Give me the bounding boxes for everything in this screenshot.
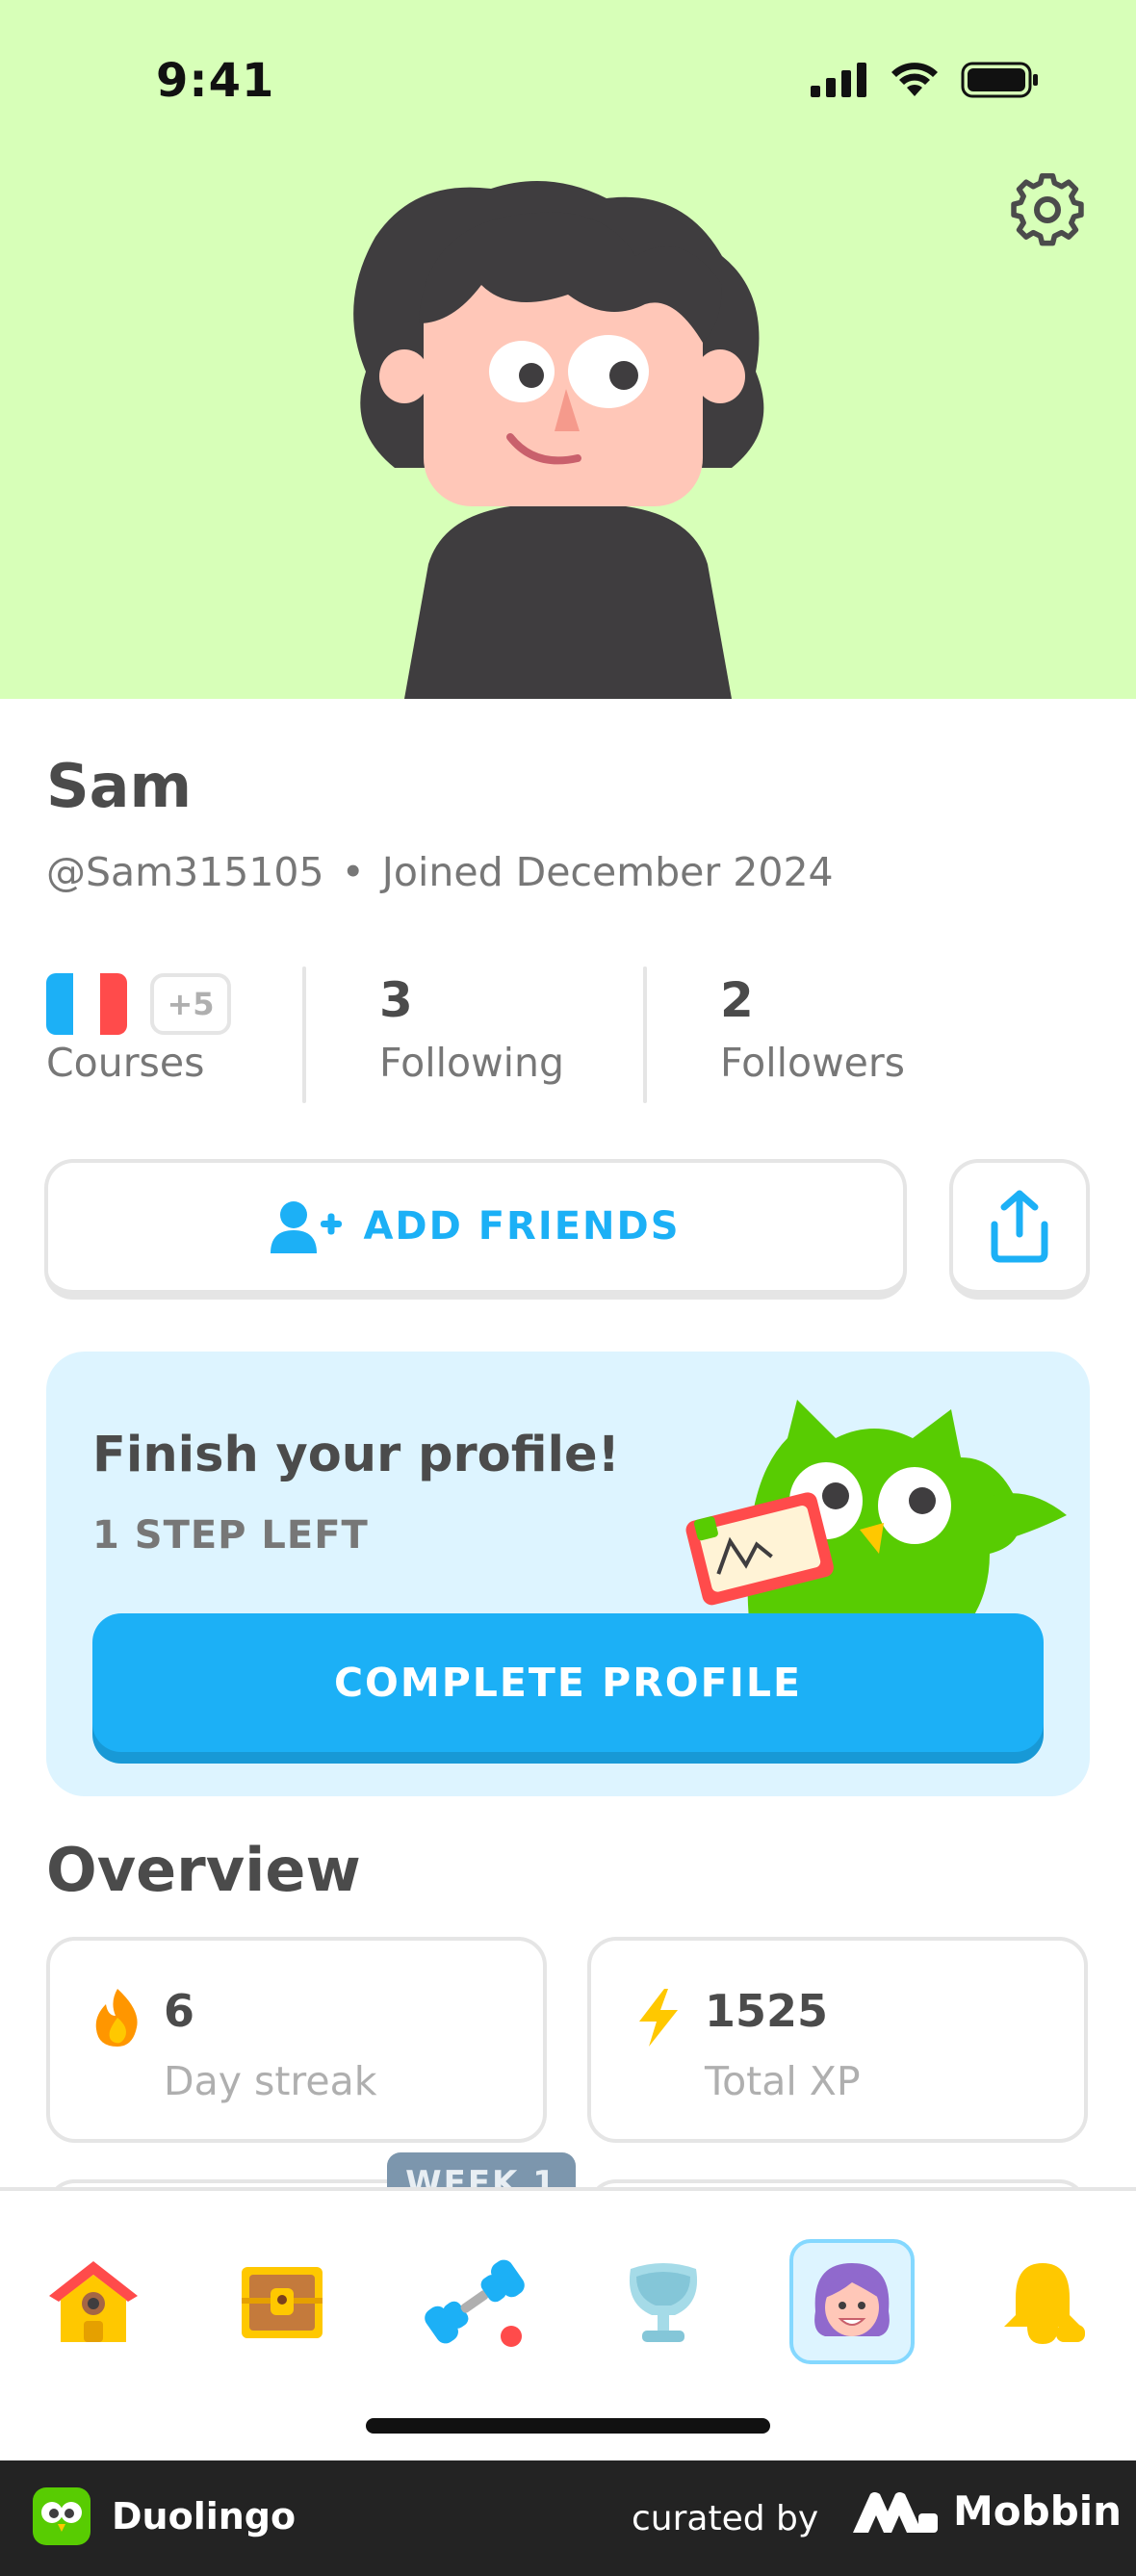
treasure-chest-icon — [242, 2267, 323, 2338]
trophy-icon — [629, 2263, 698, 2342]
add-person-icon — [271, 1201, 343, 1253]
profile-avatar[interactable] — [318, 179, 818, 699]
streak-label: Day streak — [164, 2058, 377, 2104]
finish-profile-title: Finish your profile! — [92, 1427, 620, 1483]
share-profile-button[interactable] — [949, 1159, 1090, 1300]
complete-profile-label: COMPLETE PROFILE — [333, 1660, 803, 1706]
duo-owl-icon — [685, 1400, 1067, 1621]
status-icons — [811, 62, 1040, 98]
add-friends-button[interactable]: ADD FRIENDS — [44, 1159, 907, 1300]
home-indicator — [366, 2418, 770, 2434]
footer-curated-by: curated by — [632, 2499, 819, 2538]
profile-header: 9:41 — [0, 0, 1136, 699]
profile-stats: +5 Courses 3 Following 2 Followers — [46, 966, 1096, 1103]
streak-value: 6 — [164, 1985, 195, 2037]
stat-following-value: 3 — [379, 972, 413, 1028]
status-bar: 9:41 — [0, 0, 1136, 164]
tab-practice[interactable] — [412, 2239, 537, 2364]
profile-name: Sam — [46, 751, 193, 821]
tab-quests[interactable] — [219, 2239, 345, 2364]
share-icon — [991, 1190, 1048, 1263]
profile-joined-date: Joined December 2024 — [381, 849, 834, 895]
stat-followers-value: 2 — [720, 972, 754, 1028]
stat-following[interactable]: 3 Following — [379, 966, 668, 1101]
day-streak-card: 6 Day streak — [46, 1937, 547, 2143]
mobbin-footer: Duolingo curated by Mobbin — [0, 2460, 1136, 2576]
stat-divider — [643, 966, 647, 1103]
stat-following-label: Following — [379, 1040, 565, 1086]
meta-separator: • — [341, 849, 365, 895]
overview-heading: Overview — [46, 1835, 361, 1905]
stat-courses[interactable]: +5 Courses — [46, 966, 297, 1101]
tab-leaderboard[interactable] — [601, 2239, 726, 2364]
avatar-icon — [814, 2263, 890, 2336]
flame-icon — [95, 1989, 138, 2047]
stat-divider — [302, 966, 306, 1103]
extra-courses-badge: +5 — [150, 972, 231, 1035]
footer-app: Duolingo — [33, 2487, 296, 2545]
cellular-signal-icon — [811, 63, 866, 97]
bell-icon — [1004, 2263, 1085, 2344]
total-xp-card: 1525 Total XP — [587, 1937, 1088, 2143]
complete-profile-button[interactable]: COMPLETE PROFILE — [92, 1613, 1044, 1752]
france-flag-icon — [46, 972, 127, 1035]
courses-flags: +5 — [46, 966, 297, 1035]
stat-courses-label: Courses — [46, 1040, 205, 1086]
add-friends-label: ADD FRIENDS — [363, 1204, 681, 1249]
home-icon — [49, 2261, 138, 2342]
xp-label: Total XP — [705, 2058, 861, 2104]
status-time: 9:41 — [156, 54, 275, 108]
lightning-icon — [639, 1989, 678, 2047]
profile-handle: @Sam315105 — [46, 849, 324, 895]
duolingo-logo-icon — [33, 2487, 90, 2545]
stat-followers-label: Followers — [720, 1040, 906, 1086]
tab-notifications[interactable] — [980, 2239, 1105, 2364]
profile-meta: @Sam315105 • Joined December 2024 — [46, 849, 834, 895]
wifi-icon — [891, 63, 938, 96]
finish-profile-card: Finish your profile! 1 STEP LEFT COMPLET… — [46, 1352, 1090, 1796]
footer-app-name: Duolingo — [112, 2495, 297, 2537]
footer-brand: Mobbin — [853, 2487, 1122, 2535]
stat-followers[interactable]: 2 Followers — [720, 966, 1028, 1101]
xp-value: 1525 — [705, 1985, 829, 2037]
battery-icon — [961, 62, 1038, 98]
tab-profile[interactable] — [789, 2239, 915, 2364]
footer-brand-name: Mobbin — [953, 2487, 1123, 2535]
dumbbell-icon — [425, 2259, 525, 2347]
steps-left-label: 1 STEP LEFT — [92, 1513, 369, 1558]
mobbin-logo-icon — [853, 2491, 938, 2533]
settings-gear-icon[interactable] — [1007, 169, 1088, 250]
tab-learn[interactable] — [31, 2239, 156, 2364]
